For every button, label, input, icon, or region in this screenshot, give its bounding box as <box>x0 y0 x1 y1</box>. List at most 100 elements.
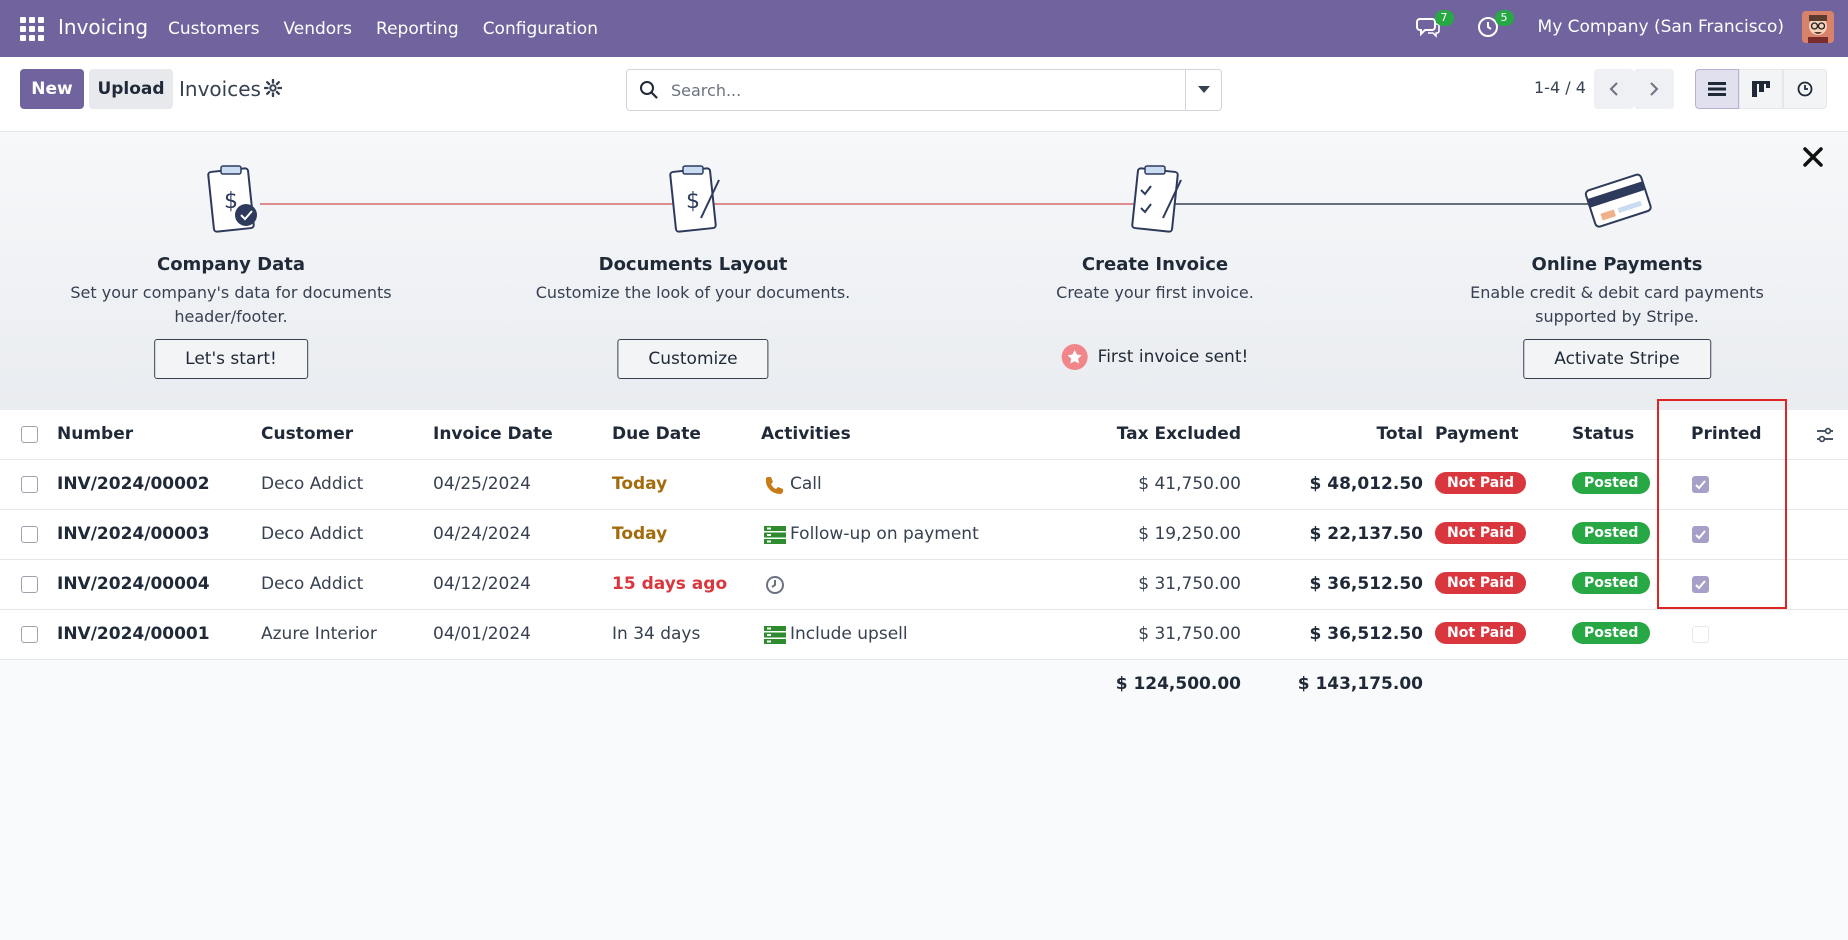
customer-name: Azure Interior <box>261 624 377 644</box>
messages-button[interactable]: 7 <box>1414 10 1454 41</box>
tax-excluded-amount: $ 31,750.00 <box>1138 574 1241 594</box>
search-bar <box>626 69 1222 111</box>
step-title: Online Payments <box>1531 254 1703 275</box>
pager-next-button[interactable] <box>1634 69 1674 109</box>
column-header-activities[interactable]: Activities <box>761 424 851 444</box>
table-row[interactable]: INV/2024/00004 Deco Addict 04/12/2024 15… <box>0 560 1848 610</box>
svg-text:$: $ <box>224 189 238 214</box>
todo-list-icon[interactable] <box>764 625 786 645</box>
chevron-left-icon <box>1609 82 1618 96</box>
app-brand[interactable]: Invoicing <box>58 15 148 39</box>
kanban-view-icon <box>1752 81 1770 97</box>
payment-status-badge: Not Paid <box>1435 522 1527 544</box>
onboarding-banner: $ Company Data Set your company's data f… <box>0 132 1848 410</box>
star-icon <box>1061 344 1088 370</box>
column-header-due-date[interactable]: Due Date <box>612 424 701 444</box>
todo-list-icon[interactable] <box>764 525 786 545</box>
search-input[interactable] <box>671 78 1151 102</box>
menu-customers[interactable]: Customers <box>168 19 259 39</box>
step-title: Company Data <box>156 254 306 275</box>
customize-button[interactable]: Customize <box>617 339 769 379</box>
upload-button[interactable]: Upload <box>89 69 173 109</box>
table-row[interactable]: INV/2024/00002 Deco Addict 04/25/2024 To… <box>0 460 1848 510</box>
invoice-number: INV/2024/00001 <box>57 624 210 644</box>
select-all-checkbox[interactable] <box>21 426 38 443</box>
column-header-total[interactable]: Total <box>1377 424 1423 444</box>
status-badge: Posted <box>1572 522 1651 544</box>
table-header: Number Customer Invoice Date Due Date Ac… <box>0 410 1848 460</box>
messages-count-badge: 7 <box>1434 10 1454 26</box>
activity-view-button[interactable] <box>1783 69 1827 109</box>
svg-text:$: $ <box>686 189 700 214</box>
chevron-right-icon <box>1650 82 1659 96</box>
activity-summary[interactable]: Include upsell <box>790 624 908 644</box>
status-badge: Posted <box>1572 472 1651 494</box>
activities-count-badge: 5 <box>1494 10 1514 26</box>
activities-button[interactable]: 5 <box>1474 10 1514 41</box>
kanban-view-button[interactable] <box>1739 69 1783 109</box>
phone-icon[interactable] <box>764 475 784 495</box>
menu-configuration[interactable]: Configuration <box>483 19 598 39</box>
search-options-toggle[interactable] <box>1185 70 1221 110</box>
customer-name: Deco Addict <box>261 524 364 544</box>
tax-excluded-amount: $ 41,750.00 <box>1138 474 1241 494</box>
activity-summary[interactable]: Call <box>790 474 822 494</box>
clock-icon[interactable] <box>765 575 785 595</box>
column-header-tax-excluded[interactable]: Tax Excluded <box>1117 424 1241 444</box>
invoice-date: 04/12/2024 <box>433 574 531 594</box>
column-header-invoice-date[interactable]: Invoice Date <box>433 424 553 444</box>
due-date: Today <box>612 474 668 494</box>
step-description: Create your first invoice. <box>1056 283 1254 302</box>
menu-reporting[interactable]: Reporting <box>376 19 459 39</box>
table-row[interactable]: INV/2024/00001 Azure Interior 04/01/2024… <box>0 610 1848 660</box>
onboarding-step-company-data: $ Company Data Set your company's data f… <box>61 160 401 329</box>
apps-menu-icon[interactable] <box>20 17 44 41</box>
onboarding-step-online-payments: Online Payments Enable credit & debit ca… <box>1447 160 1787 329</box>
total-amount: $ 22,137.50 <box>1309 524 1423 544</box>
onboarding-step-documents-layout: $ Documents Layout Customize the look of… <box>523 160 863 305</box>
main-menu: Customers Vendors Reporting Configuratio… <box>168 19 598 39</box>
gear-icon[interactable] <box>264 79 282 97</box>
payment-status-badge: Not Paid <box>1435 572 1527 594</box>
printed-checkbox[interactable] <box>1692 626 1709 643</box>
invoice-date: 04/01/2024 <box>433 624 531 644</box>
column-header-customer[interactable]: Customer <box>261 424 353 444</box>
invoice-number: INV/2024/00003 <box>57 524 210 544</box>
top-navbar: Invoicing Customers Vendors Reporting Co… <box>0 0 1848 57</box>
user-avatar[interactable] <box>1802 11 1834 43</box>
list-view-button[interactable] <box>1695 69 1739 109</box>
due-date: Today <box>612 524 668 544</box>
column-header-payment[interactable]: Payment <box>1435 424 1519 444</box>
invoice-number: INV/2024/00002 <box>57 474 210 494</box>
due-date: 15 days ago <box>612 574 728 594</box>
status-badge: Posted <box>1572 622 1651 644</box>
invoice-number: INV/2024/00004 <box>57 574 210 594</box>
column-header-status[interactable]: Status <box>1572 424 1634 444</box>
printed-column-highlight <box>1657 399 1787 609</box>
column-header-number[interactable]: Number <box>57 424 133 444</box>
row-checkbox[interactable] <box>21 576 38 593</box>
table-row[interactable]: INV/2024/00003 Deco Addict 04/24/2024 To… <box>0 510 1848 560</box>
row-checkbox[interactable] <box>21 526 38 543</box>
lets-start-button[interactable]: Let's start! <box>154 339 308 379</box>
row-checkbox[interactable] <box>21 476 38 493</box>
pager-previous-button[interactable] <box>1594 69 1634 109</box>
page-title: Invoices <box>179 77 261 101</box>
activate-stripe-button[interactable]: Activate Stripe <box>1523 339 1711 379</box>
total-sum: $ 143,175.00 <box>1297 674 1423 694</box>
optional-columns-icon[interactable] <box>1816 427 1834 443</box>
caret-down-icon <box>1197 86 1210 93</box>
pager-value[interactable]: 1-4 / 4 <box>1534 78 1586 97</box>
new-button[interactable]: New <box>20 69 84 109</box>
navbar-systray: 7 5 My Company (San Francisco) <box>1414 10 1834 43</box>
tax-excluded-sum: $ 124,500.00 <box>1115 674 1241 694</box>
activity-summary[interactable]: Follow-up on payment <box>790 524 979 544</box>
step-title: Documents Layout <box>598 254 788 275</box>
tax-excluded-amount: $ 19,250.00 <box>1138 524 1241 544</box>
menu-vendors[interactable]: Vendors <box>283 19 352 39</box>
payment-status-badge: Not Paid <box>1435 472 1527 494</box>
search-icon <box>640 81 658 99</box>
row-checkbox[interactable] <box>21 626 38 643</box>
payment-status-badge: Not Paid <box>1435 622 1527 644</box>
company-switcher[interactable]: My Company (San Francisco) <box>1538 17 1784 37</box>
